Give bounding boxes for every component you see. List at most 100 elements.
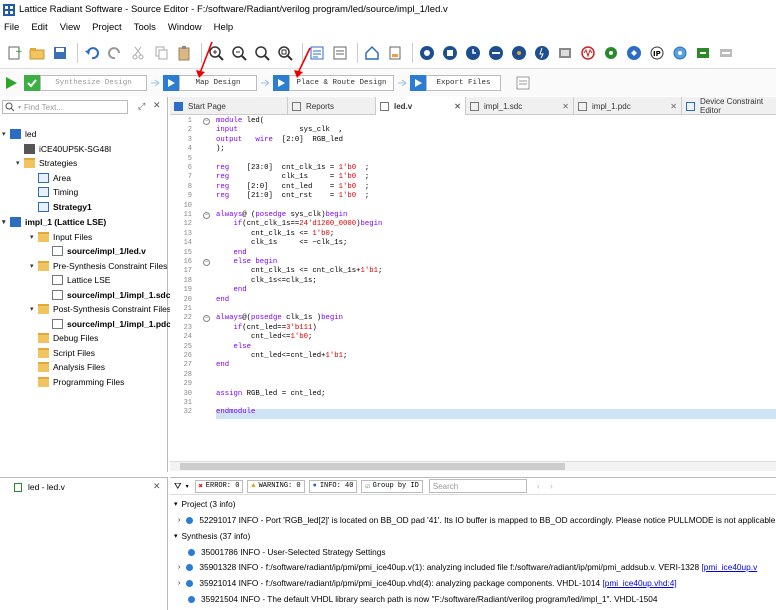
report-icon[interactable] <box>330 43 350 63</box>
message-row[interactable]: › 35921014 INFO - f:/software/radiant/ip/… <box>178 576 677 590</box>
tree-debug-files[interactable]: Debug Files <box>30 331 98 345</box>
power-calculator-icon[interactable] <box>532 43 552 63</box>
tab-device-constraint-editor[interactable]: Device Constraint Editor <box>682 97 776 115</box>
fold-marker-icon[interactable]: − <box>203 315 210 323</box>
fold-marker-icon[interactable]: − <box>203 118 210 125</box>
project-group-header[interactable]: ▾ Project (3 info) <box>174 497 235 511</box>
timing-constraint-icon[interactable] <box>463 43 483 63</box>
tree-led-v[interactable]: source/impl_1/led.v <box>44 244 146 258</box>
tree-script-files[interactable]: Script Files <box>30 346 95 360</box>
close-tab-icon[interactable]: ✕ <box>454 102 461 111</box>
message-row[interactable]: 35001786 INFO - User-Selected Strategy S… <box>178 545 385 559</box>
save-icon[interactable] <box>50 43 70 63</box>
tree-input-files[interactable]: ▾ Input Files <box>30 230 92 244</box>
message-search-input[interactable]: Search <box>428 479 527 493</box>
code-editor[interactable]: 1 2 3 4 5 6 7 8 9 10 11 12 13 14 15 16 17 18 19 20 21 22 23 24 2… <box>170 116 776 461</box>
filter-icon[interactable]: ⛛ <box>174 481 182 492</box>
menu-edit[interactable]: Edit <box>31 22 47 33</box>
tree-pre-synthesis[interactable]: ▾ Pre-Synthesis Constraint Files <box>30 259 167 273</box>
editor-horizontal-scrollbar[interactable] <box>170 461 776 471</box>
tree-strategies[interactable]: ▾ Strategies <box>16 156 77 170</box>
message-link[interactable]: [pmi_ice40up.v <box>701 562 757 572</box>
tree-area[interactable]: Area <box>30 171 71 185</box>
tree-timing[interactable]: Timing <box>30 185 78 199</box>
undo-icon[interactable] <box>82 43 102 63</box>
message-row[interactable]: › 52291017 INFO - Port 'RGB_led[2]' is lo… <box>178 513 775 527</box>
zoom-fit-icon[interactable] <box>252 43 272 63</box>
synthesize-design-step[interactable]: Synthesize Design <box>24 75 147 91</box>
menu-project[interactable]: Project <box>92 22 122 33</box>
programmer-icon[interactable] <box>693 43 713 63</box>
reveal-icon[interactable] <box>624 43 644 63</box>
ip-catalog-icon[interactable]: IP <box>647 43 667 63</box>
hierarchy-label: led - led.v <box>28 482 65 492</box>
message-row[interactable]: › 35901328 INFO - f:/software/radiant/ip/… <box>178 560 757 574</box>
filter-dropdown-icon[interactable]: ▾ <box>186 483 189 490</box>
menu-help[interactable]: Help <box>214 22 234 33</box>
line-number: 17 <box>183 267 192 276</box>
tree-device[interactable]: iCE40UP5K-SG48I <box>16 142 111 156</box>
menu-tools[interactable]: Tools <box>134 22 156 33</box>
redo-icon[interactable] <box>105 43 125 63</box>
zoom-out-icon[interactable] <box>229 43 249 63</box>
tree-sdc[interactable]: source/impl_1/impl_1.sdc <box>44 288 170 302</box>
run-all-button[interactable] <box>4 75 18 91</box>
close-tab-icon[interactable]: ✕ <box>562 102 569 111</box>
menu-file[interactable]: File <box>4 22 19 33</box>
tree-strategy1[interactable]: Strategy1 <box>30 200 92 214</box>
tree-impl1[interactable]: ▾ impl_1 (Lattice LSE) <box>2 215 106 229</box>
cut-icon[interactable] <box>128 43 148 63</box>
debug-icon[interactable] <box>601 43 621 63</box>
tree-project-led[interactable]: ▾ led <box>2 127 36 141</box>
waveform-icon[interactable] <box>578 43 598 63</box>
info-filter-button[interactable]: ● INFO: 40 <box>308 479 358 493</box>
flow-report-icon[interactable] <box>513 73 533 93</box>
message-link[interactable]: [pmi_ice40up.vhd:4] <box>602 578 676 588</box>
tree-lattice-lse[interactable]: Lattice LSE <box>44 273 110 287</box>
device-constraint-icon[interactable] <box>440 43 460 63</box>
tab-label: Reports <box>306 101 335 111</box>
tab-impl1-pdc[interactable]: impl_1.pdc ✕ <box>574 97 682 115</box>
prev-arrow-icon[interactable]: ‹ <box>537 481 540 491</box>
settings-icon[interactable] <box>670 43 690 63</box>
new-file-icon[interactable]: + <box>4 43 24 63</box>
copy-icon[interactable] <box>151 43 171 63</box>
find-text-input[interactable]: ▾ Find Text... <box>2 100 128 114</box>
warning-filter-button[interactable]: ▲ WARNING: 0 <box>247 479 305 493</box>
tab-start-page[interactable]: Start Page <box>170 97 288 115</box>
floorplan-icon[interactable] <box>509 43 529 63</box>
hierarchy-item-led[interactable]: led - led.v <box>14 482 65 492</box>
fold-marker-icon[interactable]: − <box>203 259 210 266</box>
synthesis-group-header[interactable]: ▾ Synthesis (37 info) <box>174 529 250 543</box>
close-pane-icon[interactable]: ✕ <box>153 481 161 492</box>
tree-analysis-files[interactable]: Analysis Files <box>30 360 105 374</box>
close-tab-icon[interactable]: ✕ <box>670 102 677 111</box>
line-number: 21 <box>183 305 192 313</box>
file-list-icon[interactable] <box>385 43 405 63</box>
more-tools-icon[interactable] <box>716 43 736 63</box>
error-filter-button[interactable]: ✖ ERROR: 0 <box>194 479 244 493</box>
scrollbar-thumb[interactable] <box>180 463 565 470</box>
fold-marker-icon[interactable]: − <box>203 212 210 219</box>
tab-reports[interactable]: Reports <box>288 97 376 115</box>
message-row[interactable]: 35921504 INFO - The default VHDL library… <box>178 592 657 606</box>
tree-pdc[interactable]: source/impl_1/impl_1.pdc <box>44 317 171 331</box>
tree-programming-files[interactable]: Programming Files <box>30 375 124 389</box>
group-by-id-button[interactable]: ☑ Group by ID <box>361 479 423 493</box>
close-pane-icon[interactable]: ✕ <box>153 100 161 111</box>
tree-post-synthesis[interactable]: ▾ Post-Synthesis Constraint Files <box>30 302 171 316</box>
open-folder-icon[interactable] <box>27 43 47 63</box>
simulation-icon[interactable] <box>555 43 575 63</box>
netlist-analyzer-icon[interactable] <box>417 43 437 63</box>
home-icon[interactable] <box>362 43 382 63</box>
menu-window[interactable]: Window <box>168 22 202 33</box>
export-files-step[interactable]: Export Files <box>410 75 501 91</box>
physical-designer-icon[interactable] <box>486 43 506 63</box>
window-title: Lattice Radiant Software - Source Editor… <box>19 4 448 15</box>
next-arrow-icon[interactable]: › <box>550 481 553 491</box>
expand-pane-icon[interactable]: ⤢ <box>138 101 145 112</box>
menu-view[interactable]: View <box>60 22 80 33</box>
lattice-logo-icon <box>3 3 15 16</box>
tab-led-v[interactable]: led.v ✕ <box>376 97 466 115</box>
tab-impl1-sdc[interactable]: impl_1.sdc ✕ <box>466 97 574 115</box>
